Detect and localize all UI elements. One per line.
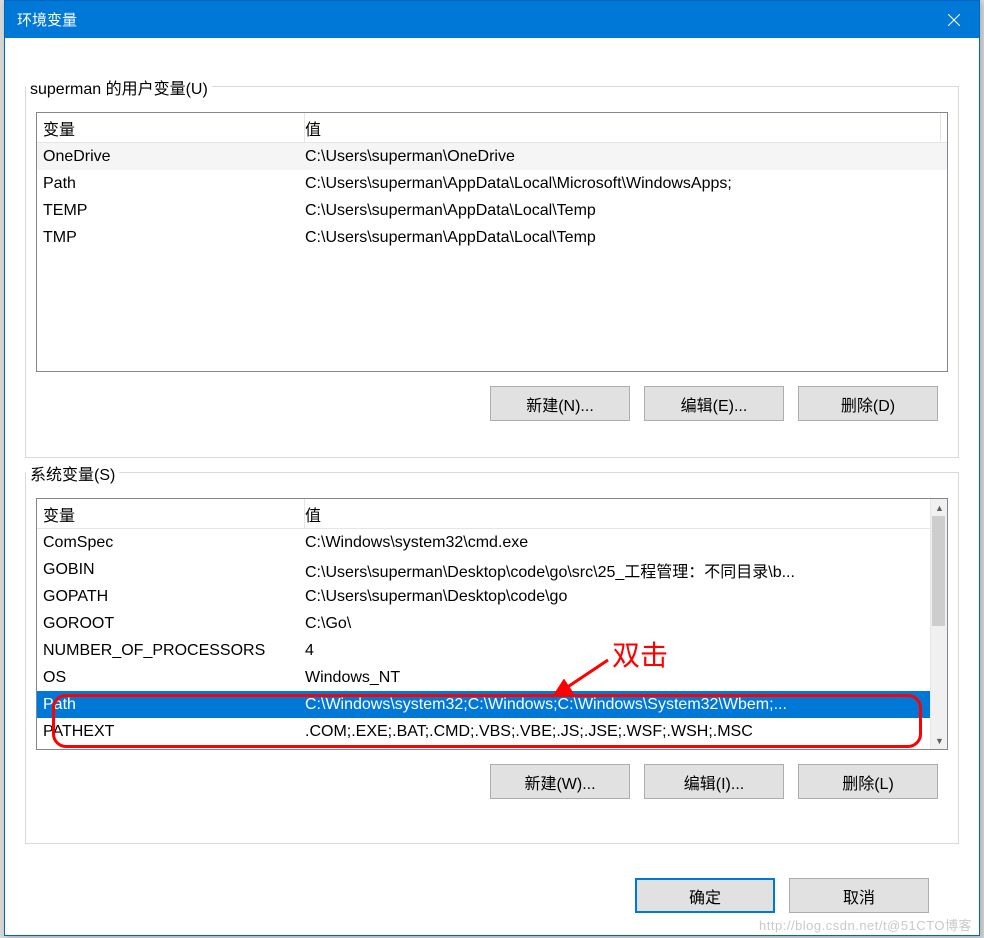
table-row[interactable]: TMP C:\Users\superman\AppData\Local\Temp	[37, 224, 947, 251]
env-vars-dialog: 环境变量 superman 的用户变量(U) 变量 值 OneDrive C:\…	[4, 0, 980, 936]
table-row[interactable]: GOPATH C:\Users\superman\Desktop\code\go	[37, 583, 947, 610]
scroll-up-icon[interactable]: ▲	[931, 499, 948, 516]
close-button[interactable]	[931, 1, 977, 38]
user-vars-group: superman 的用户变量(U) 变量 值 OneDrive C:\Users…	[25, 86, 959, 458]
system-vars-group: 系统变量(S) 变量 值 ComSpec C:\Windows\system32…	[25, 472, 959, 844]
scrollbar[interactable]: ▲ ▼	[930, 499, 947, 749]
table-row[interactable]: OS Windows_NT	[37, 664, 947, 691]
table-row[interactable]: GOROOT C:\Go\	[37, 610, 947, 637]
user-vars-list[interactable]: 变量 值 OneDrive C:\Users\superman\OneDrive…	[36, 112, 948, 372]
dialog-body: superman 的用户变量(U) 变量 值 OneDrive C:\Users…	[5, 38, 979, 937]
system-vars-list[interactable]: 变量 值 ComSpec C:\Windows\system32\cmd.exe…	[36, 498, 948, 750]
system-delete-button[interactable]: 删除(L)	[798, 764, 938, 799]
column-value[interactable]: 值	[305, 499, 941, 528]
column-value[interactable]: 值	[305, 113, 941, 142]
user-delete-button[interactable]: 删除(D)	[798, 386, 938, 421]
system-vars-label: 系统变量(S)	[26, 461, 119, 485]
cancel-button[interactable]: 取消	[789, 878, 929, 913]
table-row[interactable]: PATHEXT .COM;.EXE;.BAT;.CMD;.VBS;.VBE;.J…	[37, 718, 947, 745]
user-new-button[interactable]: 新建(N)...	[490, 386, 630, 421]
table-row[interactable]: NUMBER_OF_PROCESSORS 4	[37, 637, 947, 664]
window-title: 环境变量	[17, 9, 77, 30]
scroll-down-icon[interactable]: ▼	[931, 732, 948, 749]
column-variable[interactable]: 变量	[43, 113, 305, 142]
user-vars-label: superman 的用户变量(U)	[26, 75, 212, 99]
system-list-header[interactable]: 变量 值	[37, 499, 947, 529]
watermark: http://blog.csdn.net/t@51CTO博客	[759, 915, 972, 934]
table-row[interactable]: OneDrive C:\Users\superman\OneDrive	[37, 143, 947, 170]
titlebar[interactable]: 环境变量	[5, 1, 979, 38]
table-row[interactable]: TEMP C:\Users\superman\AppData\Local\Tem…	[37, 197, 947, 224]
table-row[interactable]: ComSpec C:\Windows\system32\cmd.exe	[37, 529, 947, 556]
user-edit-button[interactable]: 编辑(E)...	[644, 386, 784, 421]
close-icon	[948, 14, 960, 26]
scroll-thumb[interactable]	[932, 516, 945, 626]
system-new-button[interactable]: 新建(W)...	[490, 764, 630, 799]
table-row[interactable]: Path C:\Users\superman\AppData\Local\Mic…	[37, 170, 947, 197]
table-row-selected[interactable]: Path C:\Windows\system32;C:\Windows;C:\W…	[37, 691, 947, 718]
column-variable[interactable]: 变量	[43, 499, 305, 528]
ok-button[interactable]: 确定	[635, 878, 775, 913]
table-row[interactable]: GOBIN C:\Users\superman\Desktop\code\go\…	[37, 556, 947, 583]
system-edit-button[interactable]: 编辑(I)...	[644, 764, 784, 799]
user-list-header[interactable]: 变量 值	[37, 113, 947, 143]
